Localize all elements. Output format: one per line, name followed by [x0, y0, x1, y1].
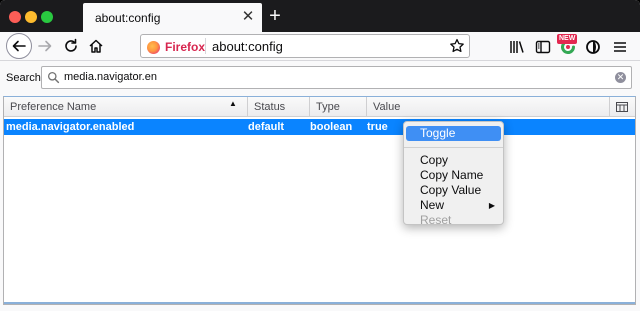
menu-item-reset: Reset [420, 213, 452, 227]
menu-item-new[interactable]: New ▶ [404, 198, 503, 213]
menu-separator [404, 147, 503, 148]
column-picker-icon[interactable] [616, 101, 628, 113]
window-close-button[interactable] [9, 11, 21, 23]
preferences-table: Preference Name ▲ Status Type Value medi… [3, 96, 636, 305]
account-icon [586, 40, 600, 54]
status-cell: default [248, 121, 285, 133]
identity-separator [205, 38, 206, 54]
library-button[interactable] [506, 36, 528, 58]
home-icon [89, 39, 103, 53]
table-header: Preference Name ▲ Status Type Value [4, 97, 635, 117]
search-icon [47, 71, 60, 84]
url-text[interactable]: about:config [212, 39, 283, 54]
menu-item-copy-value[interactable]: Copy Value [404, 183, 503, 198]
window-maximize-button[interactable] [41, 11, 53, 23]
submenu-arrow-icon: ▶ [488, 201, 495, 210]
tab-title: about:config [95, 11, 161, 25]
sidebar-button[interactable] [532, 36, 554, 58]
new-tab-button[interactable]: + [265, 5, 285, 27]
config-page: Search: ✕ Preference Name ▲ Status Type … [0, 61, 640, 311]
column-header-type[interactable]: Type [310, 97, 367, 117]
column-header-value[interactable]: Value [367, 97, 610, 117]
back-button[interactable] [6, 33, 32, 59]
library-icon [510, 41, 524, 53]
reload-icon [65, 38, 77, 52]
value-cell: true [367, 121, 388, 133]
navigation-toolbar: Firefox about:config NEW [0, 32, 640, 61]
menu-item-new-label: New [420, 198, 445, 212]
browser-window: about:config ✕ + Firefox about:config NE… [0, 0, 640, 311]
column-header-status[interactable]: Status [248, 97, 310, 117]
sidebar-icon [535, 40, 551, 54]
search-box[interactable]: ✕ [41, 66, 632, 89]
column-header-preference-name[interactable]: Preference Name [4, 97, 248, 117]
tab-about-config[interactable]: about:config ✕ [83, 3, 262, 32]
table-bottom-border [4, 302, 635, 304]
menu-item-copy[interactable]: Copy [404, 153, 503, 168]
bookmark-star-icon[interactable] [449, 38, 465, 54]
menu-item-copy-name[interactable]: Copy Name [404, 168, 503, 183]
new-badge: NEW [557, 34, 578, 44]
identity-label: Firefox [165, 40, 206, 54]
identity-box[interactable]: Firefox [147, 39, 205, 55]
search-label: Search: [6, 72, 44, 84]
forward-arrow-icon [38, 40, 52, 52]
clear-search-icon[interactable]: ✕ [615, 72, 626, 83]
menu-item-toggle[interactable]: Toggle [406, 126, 501, 141]
account-button[interactable] [582, 36, 604, 58]
url-bar[interactable]: Firefox about:config [140, 34, 470, 58]
tab-bar: about:config ✕ + [0, 0, 640, 32]
home-button[interactable] [84, 34, 108, 58]
table-row[interactable]: media.navigator.enabled default boolean … [4, 119, 635, 135]
preference-name-cell: media.navigator.enabled [6, 121, 135, 133]
sort-ascending-icon: ▲ [229, 99, 237, 108]
tab-close-icon[interactable]: ✕ [240, 9, 256, 25]
firefox-logo-icon [147, 40, 160, 54]
forward-button[interactable] [33, 34, 57, 58]
open-menu-button[interactable] [609, 36, 631, 58]
context-menu: Toggle Copy Copy Name Copy Value New ▶ R… [403, 121, 504, 227]
type-cell: boolean [310, 121, 353, 133]
window-minimize-button[interactable] [25, 11, 37, 23]
back-arrow-icon [12, 40, 26, 52]
reload-button[interactable] [59, 34, 83, 58]
hamburger-menu-icon [614, 42, 626, 52]
search-input[interactable] [64, 71, 584, 83]
